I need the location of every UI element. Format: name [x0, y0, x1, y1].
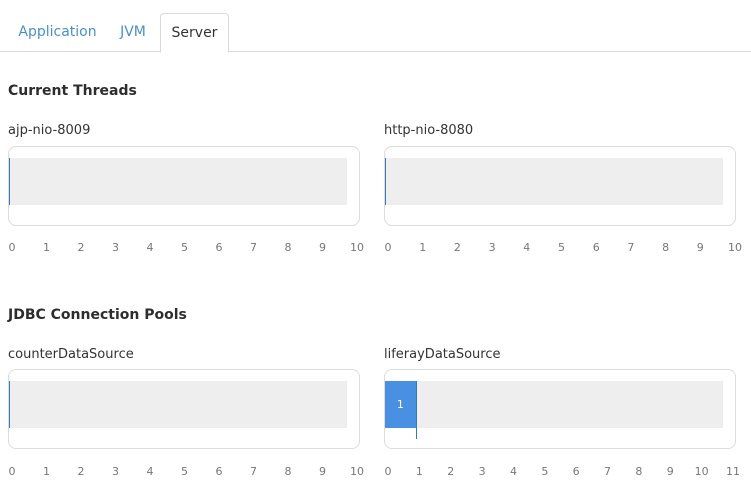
chart-track — [385, 381, 723, 428]
axis-tick-label: 8 — [284, 241, 292, 254]
axis-tick-label: 6 — [215, 241, 223, 254]
axis-tick-label: 0 — [384, 465, 392, 478]
section-title-jdbc-connection-pools: JDBC Connection Pools — [8, 307, 187, 323]
axis-tick-label: 9 — [696, 241, 704, 254]
axis-tick-label: 5 — [181, 465, 188, 478]
tab-jvm[interactable]: JVM — [107, 13, 159, 52]
axis-tick-label: 6 — [572, 465, 580, 478]
chart-bar — [9, 381, 10, 428]
axis-tick-label: 9 — [319, 465, 326, 478]
axis-tick-label: 4 — [146, 465, 154, 478]
axis-tick-label: 7 — [604, 465, 612, 478]
axis-tick-label: 5 — [541, 465, 549, 478]
chart-bar — [385, 158, 386, 205]
axis-tick-label: 3 — [112, 241, 119, 254]
section-title-current-threads: Current Threads — [8, 83, 137, 99]
chart-axis-http-nio-8080: 0 1 2 3 4 5 6 7 8 9 10 — [384, 241, 743, 255]
tab-bar: Application JVM Server — [0, 0, 751, 53]
tab-application[interactable]: Application — [8, 13, 107, 52]
chart-counterdatasource — [8, 369, 360, 449]
axis-tick-label: 6 — [215, 465, 223, 478]
axis-tick-label: 11 — [726, 465, 740, 478]
axis-tick-label: 2 — [447, 465, 455, 478]
chart-bar — [9, 158, 10, 205]
axis-tick-label: 4 — [523, 241, 531, 254]
chart-axis-ajp-nio-8009: 0 1 2 3 4 5 6 7 8 9 10 — [8, 241, 365, 255]
chart-axis-counterdatasource: 0 1 2 3 4 5 6 7 8 9 10 — [8, 465, 365, 479]
axis-tick-label: 6 — [592, 241, 600, 254]
chart-http-nio-8080 — [384, 146, 736, 226]
axis-tick-label: 2 — [77, 241, 85, 254]
axis-tick-label: 1 — [415, 465, 423, 478]
axis-tick-label: 5 — [558, 241, 565, 254]
axis-tick-label: 10 — [350, 241, 364, 254]
chart-track — [385, 158, 723, 205]
axis-tick-label: 2 — [77, 465, 85, 478]
chart-liferaydatasource: 1 — [384, 369, 736, 449]
axis-tick-label: 3 — [488, 241, 496, 254]
chart-track — [9, 158, 347, 205]
chart-track — [9, 381, 347, 428]
axis-tick-label: 7 — [250, 241, 257, 254]
chart-value-marker — [415, 381, 417, 439]
axis-tick-label: 8 — [662, 241, 670, 254]
axis-tick-label: 10 — [694, 465, 709, 478]
chart-label-liferaydatasource: liferayDataSource — [384, 347, 501, 362]
chart-label-ajp-nio-8009: ajp-nio-8009 — [8, 123, 91, 138]
axis-tick-label: 7 — [250, 465, 257, 478]
chart-label-http-nio-8080: http-nio-8080 — [384, 123, 474, 138]
chart-axis-liferaydatasource: 0 1 2 3 4 5 6 7 8 9 10 11 — [384, 465, 741, 479]
axis-tick-label: 9 — [666, 465, 674, 478]
axis-tick-label: 4 — [146, 241, 154, 254]
axis-tick-label: 5 — [181, 241, 188, 254]
axis-tick-label: 1 — [43, 465, 50, 478]
tab-server[interactable]: Server — [160, 13, 229, 53]
axis-tick-label: 4 — [509, 465, 517, 478]
axis-tick-label: 2 — [453, 241, 461, 254]
axis-tick-label: 10 — [350, 465, 364, 478]
axis-tick-label: 0 — [384, 241, 392, 254]
axis-tick-label: 3 — [112, 465, 119, 478]
axis-tick-label: 8 — [635, 465, 643, 478]
axis-tick-label: 10 — [728, 241, 742, 254]
chart-ajp-nio-8009 — [8, 146, 360, 226]
axis-tick-label: 9 — [319, 241, 326, 254]
axis-tick-label: 7 — [627, 241, 635, 254]
chart-label-counterdatasource: counterDataSource — [8, 347, 134, 362]
axis-tick-label: 1 — [43, 241, 50, 254]
axis-tick-label: 0 — [8, 241, 16, 254]
axis-tick-label: 0 — [8, 465, 16, 478]
axis-tick-label: 1 — [419, 241, 427, 254]
axis-tick-label: 8 — [284, 465, 292, 478]
axis-tick-label: 3 — [478, 465, 486, 478]
chart-bar: 1 — [385, 381, 416, 428]
